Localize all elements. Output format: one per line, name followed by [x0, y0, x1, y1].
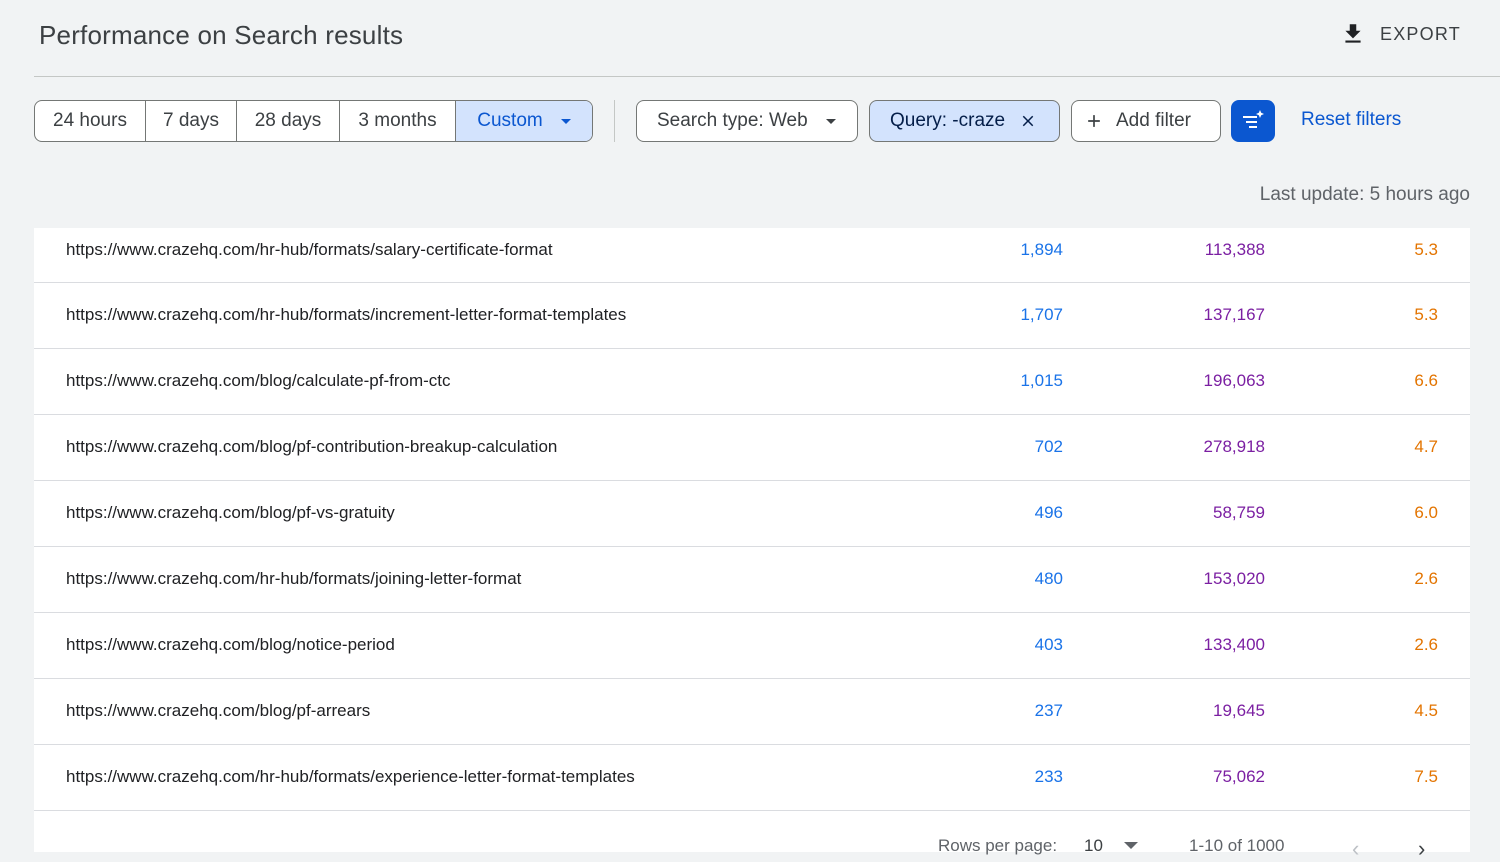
- table-pagination: Rows per page: 10 1-10 of 1000 ‹ ›: [34, 810, 1470, 861]
- date-range-selector: 24 hours 7 days 28 days 3 months Custom: [34, 100, 593, 142]
- position-value: 5.3: [1414, 240, 1438, 259]
- table-row[interactable]: https://www.crazehq.com/hr-hub/formats/j…: [34, 547, 1470, 613]
- page-title: Performance on Search results: [39, 20, 404, 50]
- query-filter-chip[interactable]: Query: -craze: [869, 100, 1060, 142]
- impressions-value: 278,918: [1203, 437, 1265, 456]
- position-value: 4.5: [1414, 701, 1438, 720]
- impressions-value: 113,388: [1204, 240, 1265, 259]
- clicks-value: 702: [1034, 437, 1063, 456]
- position-value: 7.5: [1414, 767, 1438, 786]
- plus-icon: [1088, 115, 1100, 127]
- page-url[interactable]: https://www.crazehq.com/blog/calculate-p…: [66, 371, 451, 391]
- page-url[interactable]: https://www.crazehq.com/blog/pf-vs-gratu…: [66, 503, 395, 523]
- clicks-value: 480: [1034, 569, 1063, 588]
- rows-per-page-label: Rows per page:: [938, 836, 1058, 855]
- impressions-value: 153,020: [1203, 569, 1265, 588]
- clicks-value: 403: [1034, 635, 1063, 654]
- date-range-24-hours[interactable]: 24 hours: [35, 101, 146, 141]
- compare-filters-button[interactable]: [1231, 100, 1275, 142]
- table-row[interactable]: https://www.crazehq.com/blog/calculate-p…: [34, 349, 1470, 415]
- filter-sparkle-icon: [1243, 110, 1264, 128]
- add-filter-button[interactable]: Add filter: [1071, 100, 1221, 142]
- header-divider: [34, 76, 1500, 77]
- pagination-range: 1-10 of 1000: [1189, 836, 1285, 855]
- date-range-3-months[interactable]: 3 months: [340, 101, 456, 141]
- impressions-value: 75,062: [1213, 767, 1265, 786]
- rows-per-page-select[interactable]: 10: [1084, 836, 1103, 856]
- table-row[interactable]: https://www.crazehq.com/hr-hub/formats/e…: [34, 745, 1470, 811]
- impressions-value: 196,063: [1203, 371, 1265, 390]
- clicks-value: 237: [1034, 701, 1063, 720]
- add-filter-label: Add filter: [1116, 110, 1191, 131]
- last-update-text: Last update: 5 hours ago: [1259, 184, 1470, 205]
- position-value: 4.7: [1414, 437, 1438, 456]
- reset-filters-link[interactable]: Reset filters: [1301, 109, 1401, 131]
- filter-bar: 24 hours 7 days 28 days 3 months Custom …: [0, 100, 1500, 142]
- date-range-custom[interactable]: Custom: [456, 101, 592, 141]
- previous-page-icon[interactable]: ‹: [1352, 836, 1359, 862]
- clicks-value: 496: [1034, 503, 1063, 522]
- position-value: 2.6: [1414, 569, 1438, 588]
- page-url[interactable]: https://www.crazehq.com/hr-hub/formats/i…: [66, 305, 626, 325]
- impressions-value: 19,645: [1213, 701, 1265, 720]
- clicks-value: 1,894: [1020, 240, 1063, 259]
- page-header: Performance on Search results EXPORT: [0, 0, 1500, 78]
- dropdown-caret-icon: [560, 118, 571, 124]
- impressions-value: 58,759: [1213, 503, 1265, 522]
- page-url[interactable]: https://www.crazehq.com/blog/pf-contribu…: [66, 437, 557, 457]
- position-value: 6.0: [1414, 503, 1438, 522]
- impressions-value: 137,167: [1203, 305, 1265, 324]
- filter-divider: [614, 100, 615, 142]
- dropdown-caret-icon[interactable]: [1124, 842, 1138, 849]
- search-type-dropdown[interactable]: Search type: Web: [636, 100, 858, 142]
- table-row[interactable]: https://www.crazehq.com/hr-hub/formats/i…: [34, 283, 1470, 349]
- page-url[interactable]: https://www.crazehq.com/blog/notice-peri…: [66, 635, 395, 655]
- next-page-icon[interactable]: ›: [1418, 836, 1425, 862]
- search-type-label: Search type: Web: [657, 110, 808, 131]
- clicks-value: 1,707: [1020, 305, 1063, 324]
- page-url[interactable]: https://www.crazehq.com/blog/pf-arrears: [66, 701, 370, 721]
- page-url[interactable]: https://www.crazehq.com/hr-hub/formats/e…: [66, 767, 635, 787]
- position-value: 6.6: [1414, 371, 1438, 390]
- pages-table: https://www.crazehq.com/hr-hub/formats/s…: [34, 228, 1470, 861]
- date-range-28-days[interactable]: 28 days: [237, 101, 340, 141]
- table-row[interactable]: https://www.crazehq.com/blog/notice-peri…: [34, 613, 1470, 679]
- close-icon[interactable]: [1019, 112, 1037, 130]
- date-range-7-days[interactable]: 7 days: [146, 101, 237, 141]
- page-url[interactable]: https://www.crazehq.com/hr-hub/formats/s…: [66, 240, 553, 260]
- export-label: EXPORT: [1380, 23, 1461, 44]
- export-button[interactable]: EXPORT: [1340, 16, 1461, 52]
- download-icon: [1345, 24, 1361, 43]
- clicks-value: 1,015: [1020, 371, 1063, 390]
- impressions-value: 133,400: [1203, 635, 1265, 654]
- clicks-value: 233: [1034, 767, 1063, 786]
- date-range-custom-label: Custom: [477, 110, 543, 131]
- dropdown-caret-icon: [825, 118, 836, 124]
- table-row[interactable]: https://www.crazehq.com/blog/pf-arrears 2…: [34, 679, 1470, 745]
- table-row[interactable]: https://www.crazehq.com/blog/pf-contribu…: [34, 415, 1470, 481]
- table-row[interactable]: https://www.crazehq.com/blog/pf-vs-gratu…: [34, 481, 1470, 547]
- page-url[interactable]: https://www.crazehq.com/hr-hub/formats/j…: [66, 569, 521, 589]
- position-value: 2.6: [1414, 635, 1438, 654]
- table-row[interactable]: https://www.crazehq.com/hr-hub/formats/s…: [34, 228, 1470, 283]
- query-filter-label: Query: -craze: [890, 110, 1006, 131]
- position-value: 5.3: [1414, 305, 1438, 324]
